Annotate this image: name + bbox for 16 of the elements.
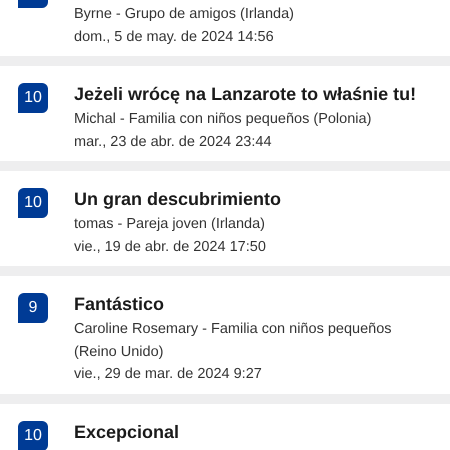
review-title: Excepcional xyxy=(74,420,180,444)
score-badge: 10 xyxy=(18,83,48,113)
score-badge: 9 xyxy=(18,293,48,323)
review-date: vie., 29 de mar. de 2024 9:27 xyxy=(74,365,263,384)
review-title: Un gran descubrimiento xyxy=(74,188,282,211)
review-title: Jeżeli wrócę na Lanzarote to właśnie tu! xyxy=(74,83,416,106)
reviewer-info: Byrne - Grupo de amigos (Irlanda) xyxy=(74,5,294,24)
score-badge: 10 xyxy=(18,420,48,450)
reviewer-info: Michal - Familia con niños pequeños (Polonia) xyxy=(74,110,372,129)
review-date: mar., 23 de abr. de 2024 23:44 xyxy=(74,132,273,152)
review-title: Fantástico xyxy=(74,293,166,316)
reviewer-info: tomas - Pareja joven (Irlanda) xyxy=(74,215,266,234)
review-date: dom., 5 de may. de 2024 14:56 xyxy=(74,28,275,46)
score-badge: 10 xyxy=(18,188,48,218)
reviewer-info: Caroline Rosemary - Familia con niños pequeños (Reino Unido) xyxy=(74,320,393,362)
review-date: vie., 19 de abr. de 2024 17:50 xyxy=(74,238,267,256)
